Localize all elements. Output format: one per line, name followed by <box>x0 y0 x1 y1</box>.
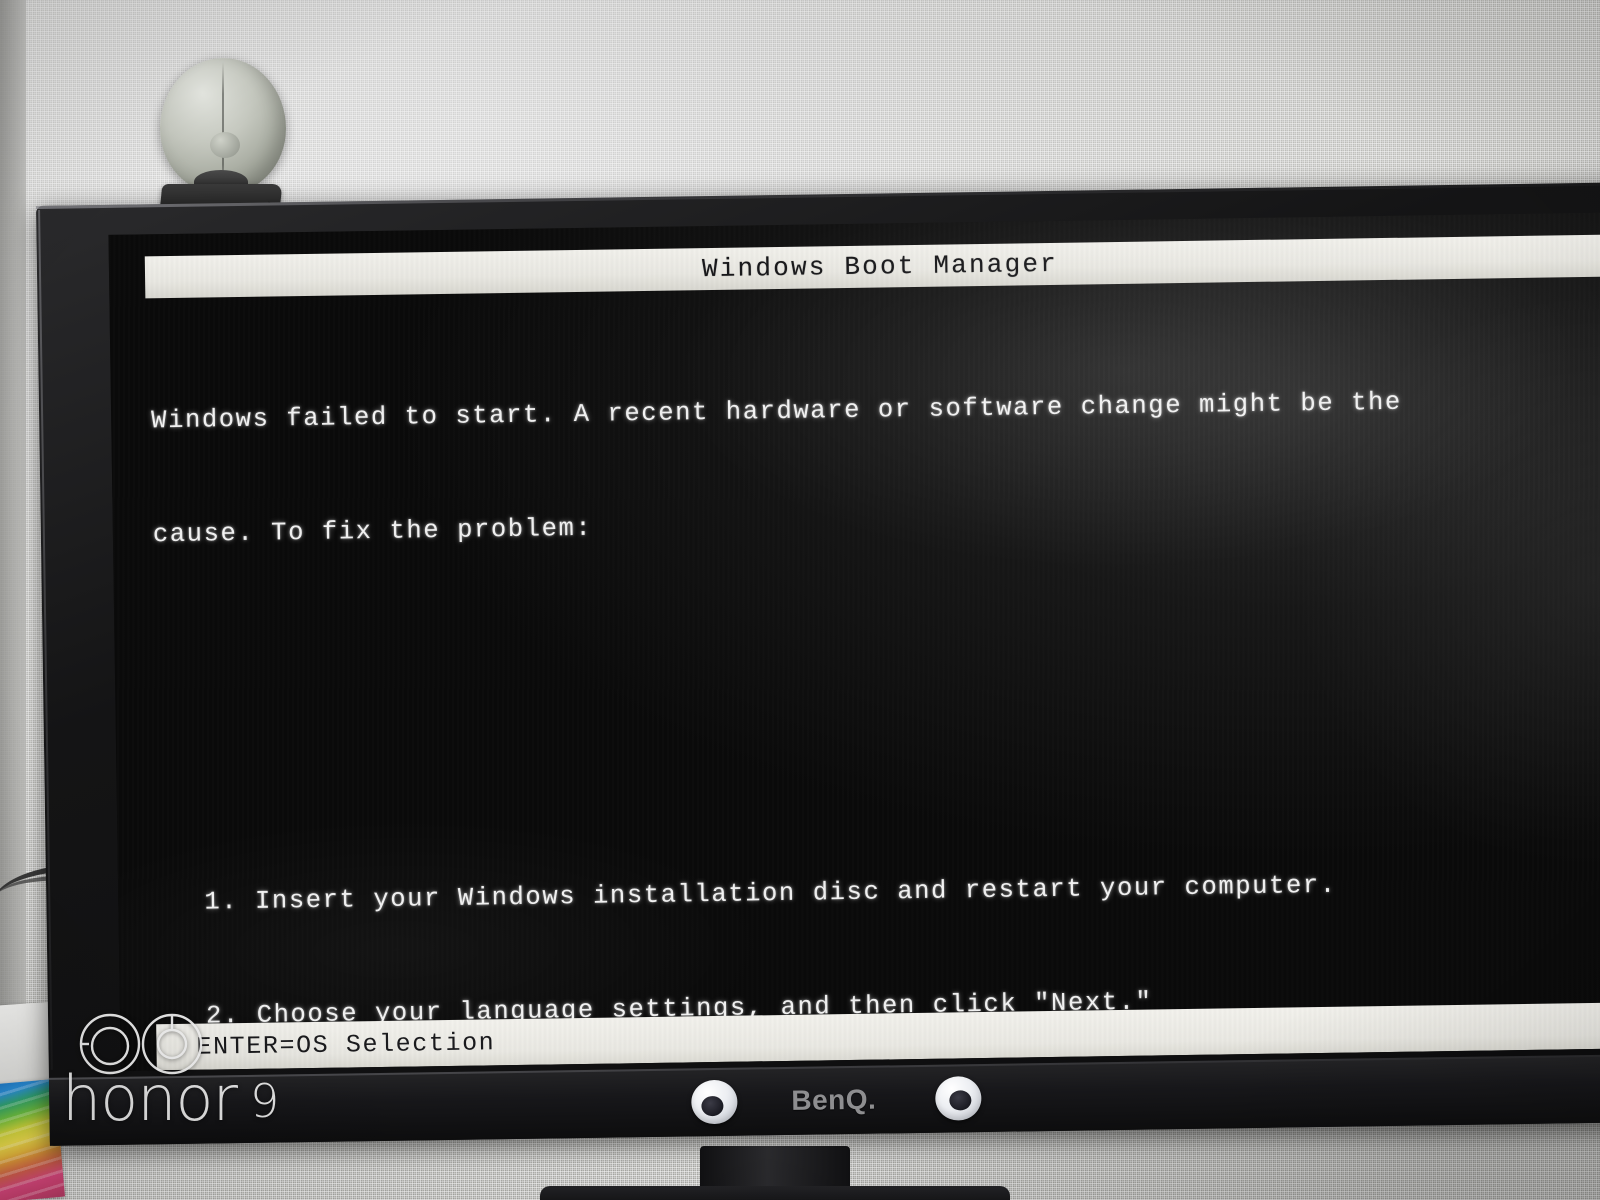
boot-manager-message-body: Windows failed to start. A recent hardwa… <box>150 305 1600 1071</box>
googly-eye-sticker-left <box>691 1079 738 1125</box>
intro-line-1: Windows failed to start. A recent hardwa… <box>150 387 1403 436</box>
monitor-stand-base <box>540 1186 1010 1200</box>
intro-line-2: cause. To fix the problem: <box>152 513 593 550</box>
webcam-pivot-joint <box>210 132 240 158</box>
os-selection-hint[interactable]: ENTER=OS Selection <box>196 1028 495 1061</box>
photo-scene: Windows Boot Manager Windows failed to s… <box>0 0 1600 1200</box>
repair-step-1: 1. Insert your Windows installation disc… <box>204 870 1337 917</box>
screen-content-windows-boot-manager: Windows Boot Manager Windows failed to s… <box>108 212 1600 1071</box>
page-title: Windows Boot Manager <box>701 248 1059 285</box>
cubicle-divider-edge <box>0 0 26 1010</box>
googly-eye-pupil <box>701 1095 724 1117</box>
googly-eye-pupil <box>949 1090 972 1111</box>
monitor: Windows Boot Manager Windows failed to s… <box>36 182 1600 1146</box>
googly-eye-sticker-right <box>935 1076 982 1121</box>
white-paper-sheet <box>0 1001 55 1091</box>
benq-brand-logo: BenQ <box>791 1084 876 1117</box>
boot-manager-title-bar: Windows Boot Manager <box>144 234 1600 299</box>
